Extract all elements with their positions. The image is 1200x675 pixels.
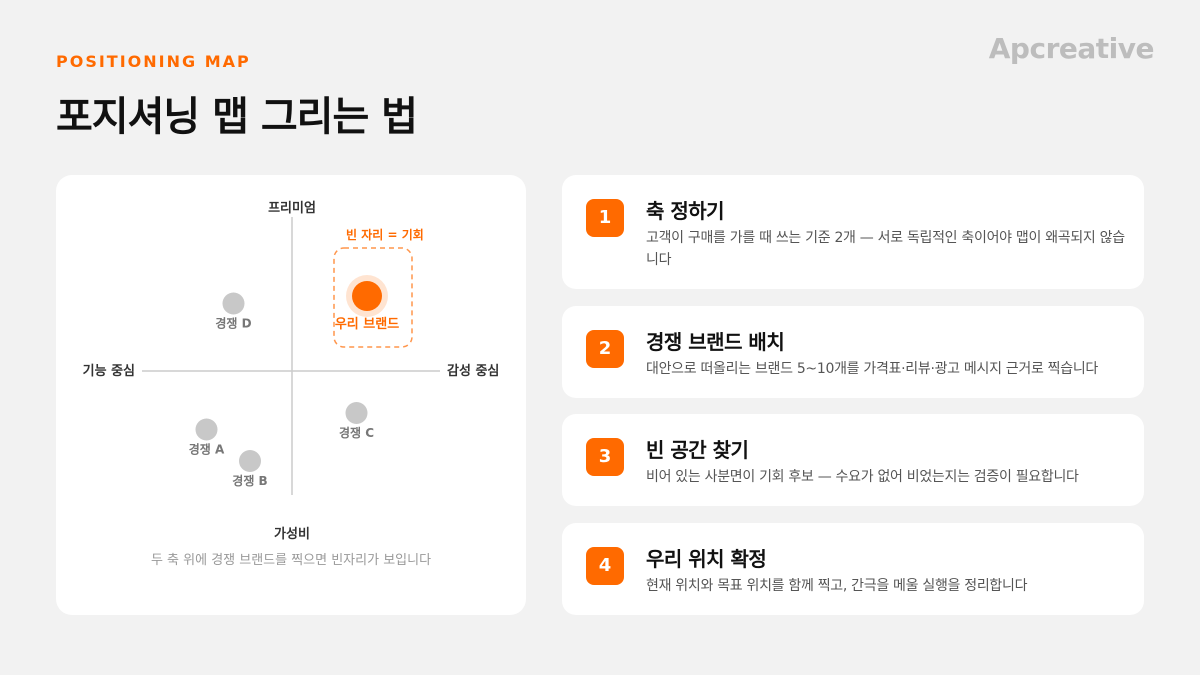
point-label: 경쟁 B (232, 473, 267, 488)
page-title: 포지셔닝 맵 그리는 법 (56, 94, 418, 140)
point-marker (222, 292, 245, 315)
step-card-4: 4 우리 위치 확정 현재 위치와 목표 위치를 함께 찍고, 간극을 메울 실… (562, 523, 1144, 615)
brand-logo: Apcreative (988, 32, 1155, 65)
axis-label-right: 감성 중심 (447, 363, 499, 379)
step-description: 대안으로 떠올리는 브랜드 5~10개를 가격표·리뷰·광고 메시지 근거로 찍… (646, 361, 1099, 377)
point-label: 경쟁 C (339, 425, 374, 440)
point-label: 경쟁 A (189, 442, 225, 457)
opportunity-label: 빈 자리 = 기회 (346, 227, 424, 242)
step-number-badge: 3 (586, 438, 624, 476)
step-card-3: 3 빈 공간 찾기 비어 있는 사분면이 기회 후보 — 수요가 없어 비었는지… (562, 414, 1144, 506)
step-description: 현재 위치와 목표 위치를 함께 찍고, 간극을 메울 실행을 정리합니다 (646, 578, 1028, 594)
step-title: 빈 공간 찾기 (646, 438, 749, 462)
point-marker (239, 450, 261, 472)
competitor-point: 경쟁 B (232, 450, 268, 488)
step-description: 비어 있는 사분면이 기회 후보 — 수요가 없어 비었는지는 검증이 필요합니… (646, 469, 1079, 485)
point-label: 경쟁 D (215, 316, 251, 331)
step-description: 고객이 구매를 가를 때 쓰는 기준 2개 — 서로 독립적인 축이어야 맵이 … (646, 230, 1125, 268)
step-title: 경쟁 브랜드 배치 (646, 330, 785, 354)
positioning-map-card: 프리미엄 가성비 기능 중심 감성 중심 빈 자리 = 기회 우리 브랜드경쟁 … (56, 175, 526, 615)
step-number-badge: 2 (586, 330, 624, 368)
step-title: 축 정하기 (646, 199, 725, 223)
axis-label-left: 기능 중심 (83, 363, 135, 379)
step-title: 우리 위치 확정 (646, 547, 767, 571)
point-label: 우리 브랜드 (335, 316, 399, 332)
map-caption: 두 축 위에 경쟁 브랜드를 찍으면 빈자리가 보입니다 (150, 553, 432, 568)
point-marker (345, 402, 368, 424)
step-card-2: 2 경쟁 브랜드 배치 대안으로 떠올리는 브랜드 5~10개를 가격표·리뷰·… (562, 306, 1144, 398)
step-number-badge: 4 (586, 547, 624, 585)
competitor-point: 경쟁 C (339, 402, 374, 440)
step-number-badge: 1 (586, 199, 624, 237)
point-marker (352, 281, 382, 311)
our-brand-point: 우리 브랜드 (335, 275, 399, 332)
axis-label-bottom: 가성비 (274, 527, 310, 542)
point-marker (195, 418, 218, 441)
axis-label-top: 프리미엄 (268, 200, 316, 216)
points-layer: 우리 브랜드 경쟁 D 경쟁 C 경쟁 A 경쟁 B (189, 275, 399, 488)
competitor-point: 경쟁 D (215, 292, 252, 331)
step-card-1: 1 축 정하기 고객이 구매를 가를 때 쓰는 기준 2개 — 서로 독립적인 … (562, 175, 1144, 289)
competitor-point: 경쟁 A (189, 418, 225, 457)
eyebrow-label: POSITIONING MAP (56, 52, 251, 71)
